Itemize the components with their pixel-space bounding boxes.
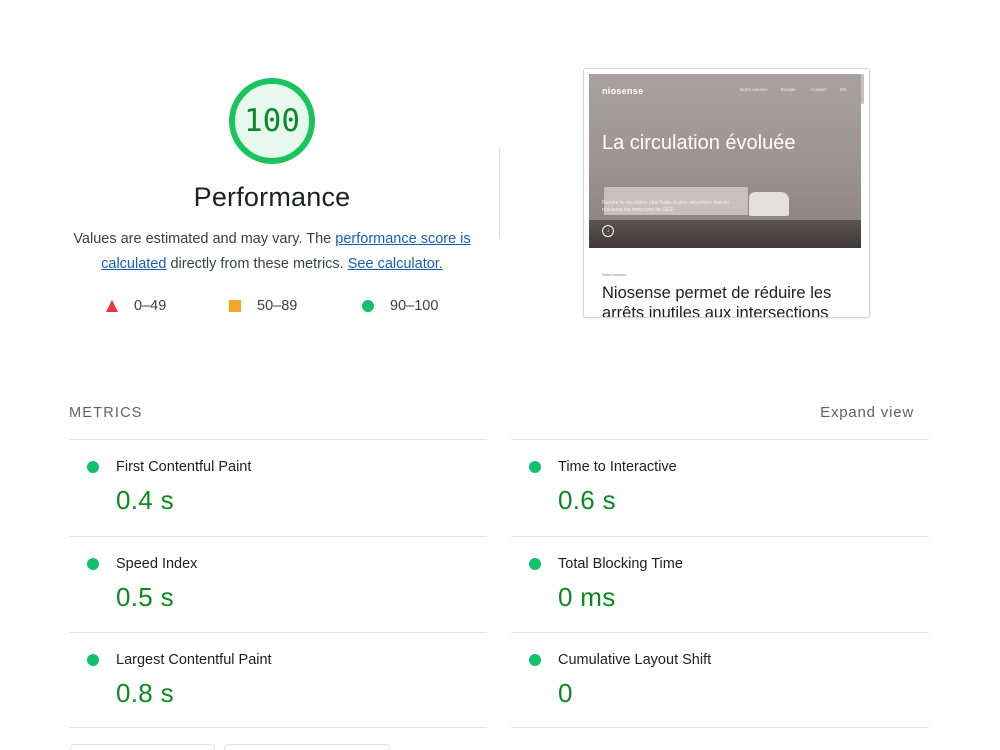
metric-time-to-interactive: Time to Interactive 0.6 s: [511, 439, 929, 536]
legend-label: 0–49: [134, 298, 167, 314]
pass-circle-icon: [87, 654, 99, 666]
site-nav-item: Notre solution: [740, 87, 768, 92]
view-toggle-button[interactable]: [224, 744, 390, 750]
metrics-bottom-divider: [511, 727, 929, 728]
metric-first-contentful-paint: First Contentful Paint 0.4 s: [69, 439, 487, 536]
metric-largest-contentful-paint: Largest Contentful Paint 0.8 s: [69, 632, 487, 729]
metric-value: 0 ms: [558, 582, 616, 612]
site-section-label: Notre mission: [602, 272, 627, 277]
metric-cumulative-layout-shift: Cumulative Layout Shift 0: [511, 632, 929, 729]
vertical-divider: [499, 148, 500, 238]
legend-label: 50–89: [257, 298, 298, 314]
thumbnail-scrollbar: [861, 74, 864, 104]
performance-score-value: 100: [244, 103, 300, 139]
site-hero-subtext: Rendre la circulation plus fluide et plu…: [602, 200, 729, 213]
site-body-text: Niosense permet de réduire les arrêts in…: [602, 284, 832, 318]
site-nav-item: Europe: [781, 87, 796, 92]
legend-label: 90–100: [390, 298, 439, 314]
legend-item-pass: 90–100: [362, 298, 438, 314]
metric-label: Time to Interactive: [558, 459, 677, 475]
see-calculator-link[interactable]: See calculator.: [348, 256, 443, 272]
pass-circle-icon: [87, 558, 99, 570]
performance-description: Values are estimated and may vary. The p…: [62, 227, 482, 276]
legend-item-average: 50–89: [229, 298, 297, 314]
metric-label: Total Blocking Time: [558, 556, 683, 572]
metric-label: Cumulative Layout Shift: [558, 652, 712, 668]
orange-square-icon: [229, 300, 241, 312]
truck-cab-graphic: [749, 192, 789, 216]
metric-total-blocking-time: Total Blocking Time 0 ms: [511, 536, 929, 633]
pass-circle-icon: [87, 461, 99, 473]
screenshot-hero-image: niosense Notre solution Europe Contact E…: [589, 74, 861, 248]
description-text-middle: directly from these metrics.: [166, 255, 348, 272]
final-screenshot-thumbnail[interactable]: niosense Notre solution Europe Contact E…: [583, 68, 870, 318]
site-logo: niosense: [602, 86, 644, 96]
view-toggle-button[interactable]: [70, 744, 215, 750]
red-triangle-icon: [106, 300, 118, 312]
arrow-down-icon: ↓: [602, 225, 614, 237]
metric-label: Largest Contentful Paint: [116, 652, 272, 668]
metrics-bottom-divider: [69, 727, 487, 728]
metrics-heading: METRICS: [69, 405, 143, 421]
metric-value: 0.4 s: [116, 485, 174, 515]
performance-score-gauge: 100: [227, 76, 317, 166]
metric-label: First Contentful Paint: [116, 459, 252, 475]
pass-circle-icon: [529, 461, 541, 473]
site-hero-heading: La circulation évoluée: [602, 132, 796, 154]
pass-circle-icon: [529, 654, 541, 666]
road-graphic: [589, 220, 861, 248]
expand-view-toggle[interactable]: Expand view: [820, 404, 914, 421]
description-text: Values are estimated and may vary. The: [73, 231, 336, 247]
pass-circle-icon: [529, 558, 541, 570]
metric-value: 0.6 s: [558, 485, 616, 515]
site-nav-item: EN: [840, 87, 847, 92]
score-legend: 0–49 50–89 90–100: [0, 298, 540, 318]
metric-value: 0: [558, 678, 573, 708]
green-circle-icon: [362, 300, 374, 312]
metric-value: 0.5 s: [116, 582, 174, 612]
legend-item-fail: 0–49: [106, 298, 166, 314]
metric-value: 0.8 s: [116, 678, 174, 708]
site-nav-item: Contact: [811, 87, 827, 92]
performance-title: Performance: [193, 182, 351, 212]
metric-label: Speed Index: [116, 556, 198, 572]
metric-speed-index: Speed Index 0.5 s: [69, 536, 487, 633]
